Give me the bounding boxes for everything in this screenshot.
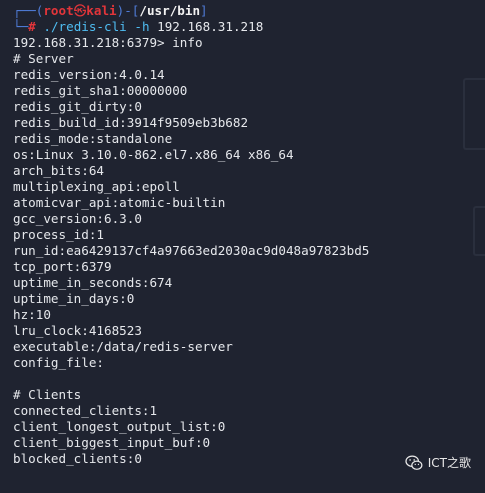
info-line: connected_clients:1 <box>13 403 158 418</box>
info-line: lru_clock:4168523 <box>13 323 142 338</box>
watermark-text: ICT之歌 <box>427 456 471 470</box>
prompt-host: kali <box>86 3 117 18</box>
prompt-corner-top: ┌──( <box>13 3 44 18</box>
redis-prompt-line: 192.168.31.218:6379> info <box>13 35 203 50</box>
info-line: os:Linux 3.10.0-862.el7.x86_64 x86_64 <box>13 147 294 162</box>
info-line: config_file: <box>13 355 104 370</box>
prompt-at-symbol: ㉿ <box>73 3 87 18</box>
info-line: process_id:1 <box>13 227 104 242</box>
info-line: redis_git_sha1:00000000 <box>13 83 188 98</box>
shell-prompt-line: ┌──(root㉿kali)-[/usr/bin] <box>13 3 485 19</box>
info-line: redis_version:4.0.14 <box>13 67 165 82</box>
info-line: hz:10 <box>13 307 51 322</box>
wechat-icon <box>405 455 423 470</box>
info-line: multiplexing_api:epoll <box>13 179 180 194</box>
background-decoration <box>463 78 485 150</box>
prompt-hash: # <box>28 19 36 34</box>
info-line: redis_git_dirty:0 <box>13 99 142 114</box>
command-argument: 192.168.31.218 <box>157 19 264 34</box>
info-line: run_id:ea6429137cf4a97663ed2030ac9d048a9… <box>13 243 370 258</box>
command-output: # Server redis_version:4.0.14 redis_git_sh… <box>13 51 485 467</box>
info-line: redis_build_id:3914f9509eb3b682 <box>13 115 249 130</box>
prompt-user: root <box>43 3 74 18</box>
command-name: ./redis-cli <box>43 19 127 34</box>
info-line: arch_bits:64 <box>13 163 104 178</box>
info-line: gcc_version:6.3.0 <box>13 211 142 226</box>
terminal-window[interactable]: ┌──(root㉿kali)-[/usr/bin] └─# ./redis-cl… <box>0 0 485 493</box>
watermark: ICT之歌 <box>405 455 471 471</box>
info-line: uptime_in_seconds:674 <box>13 275 173 290</box>
shell-command-line: └─# ./redis-cli -h 192.168.31.218 <box>13 19 485 35</box>
prompt-separator: )-[ <box>116 3 140 18</box>
info-line: uptime_in_days:0 <box>13 291 135 306</box>
section-header: # Clients <box>13 387 82 402</box>
info-line: executable:/data/redis-server <box>13 339 233 354</box>
prompt-corner-bottom: └─ <box>13 19 29 34</box>
background-decoration <box>473 206 485 256</box>
section-header: # Server <box>13 51 74 66</box>
prompt-path: /usr/bin <box>139 3 201 18</box>
prompt-close: ] <box>200 3 208 18</box>
info-line: client_longest_output_list:0 <box>13 419 226 434</box>
command-flag: -h <box>134 19 150 34</box>
info-line: redis_mode:standalone <box>13 131 173 146</box>
info-line: tcp_port:6379 <box>13 259 112 274</box>
info-line: client_biggest_input_buf:0 <box>13 435 211 450</box>
info-line: atomicvar_api:atomic-builtin <box>13 195 226 210</box>
